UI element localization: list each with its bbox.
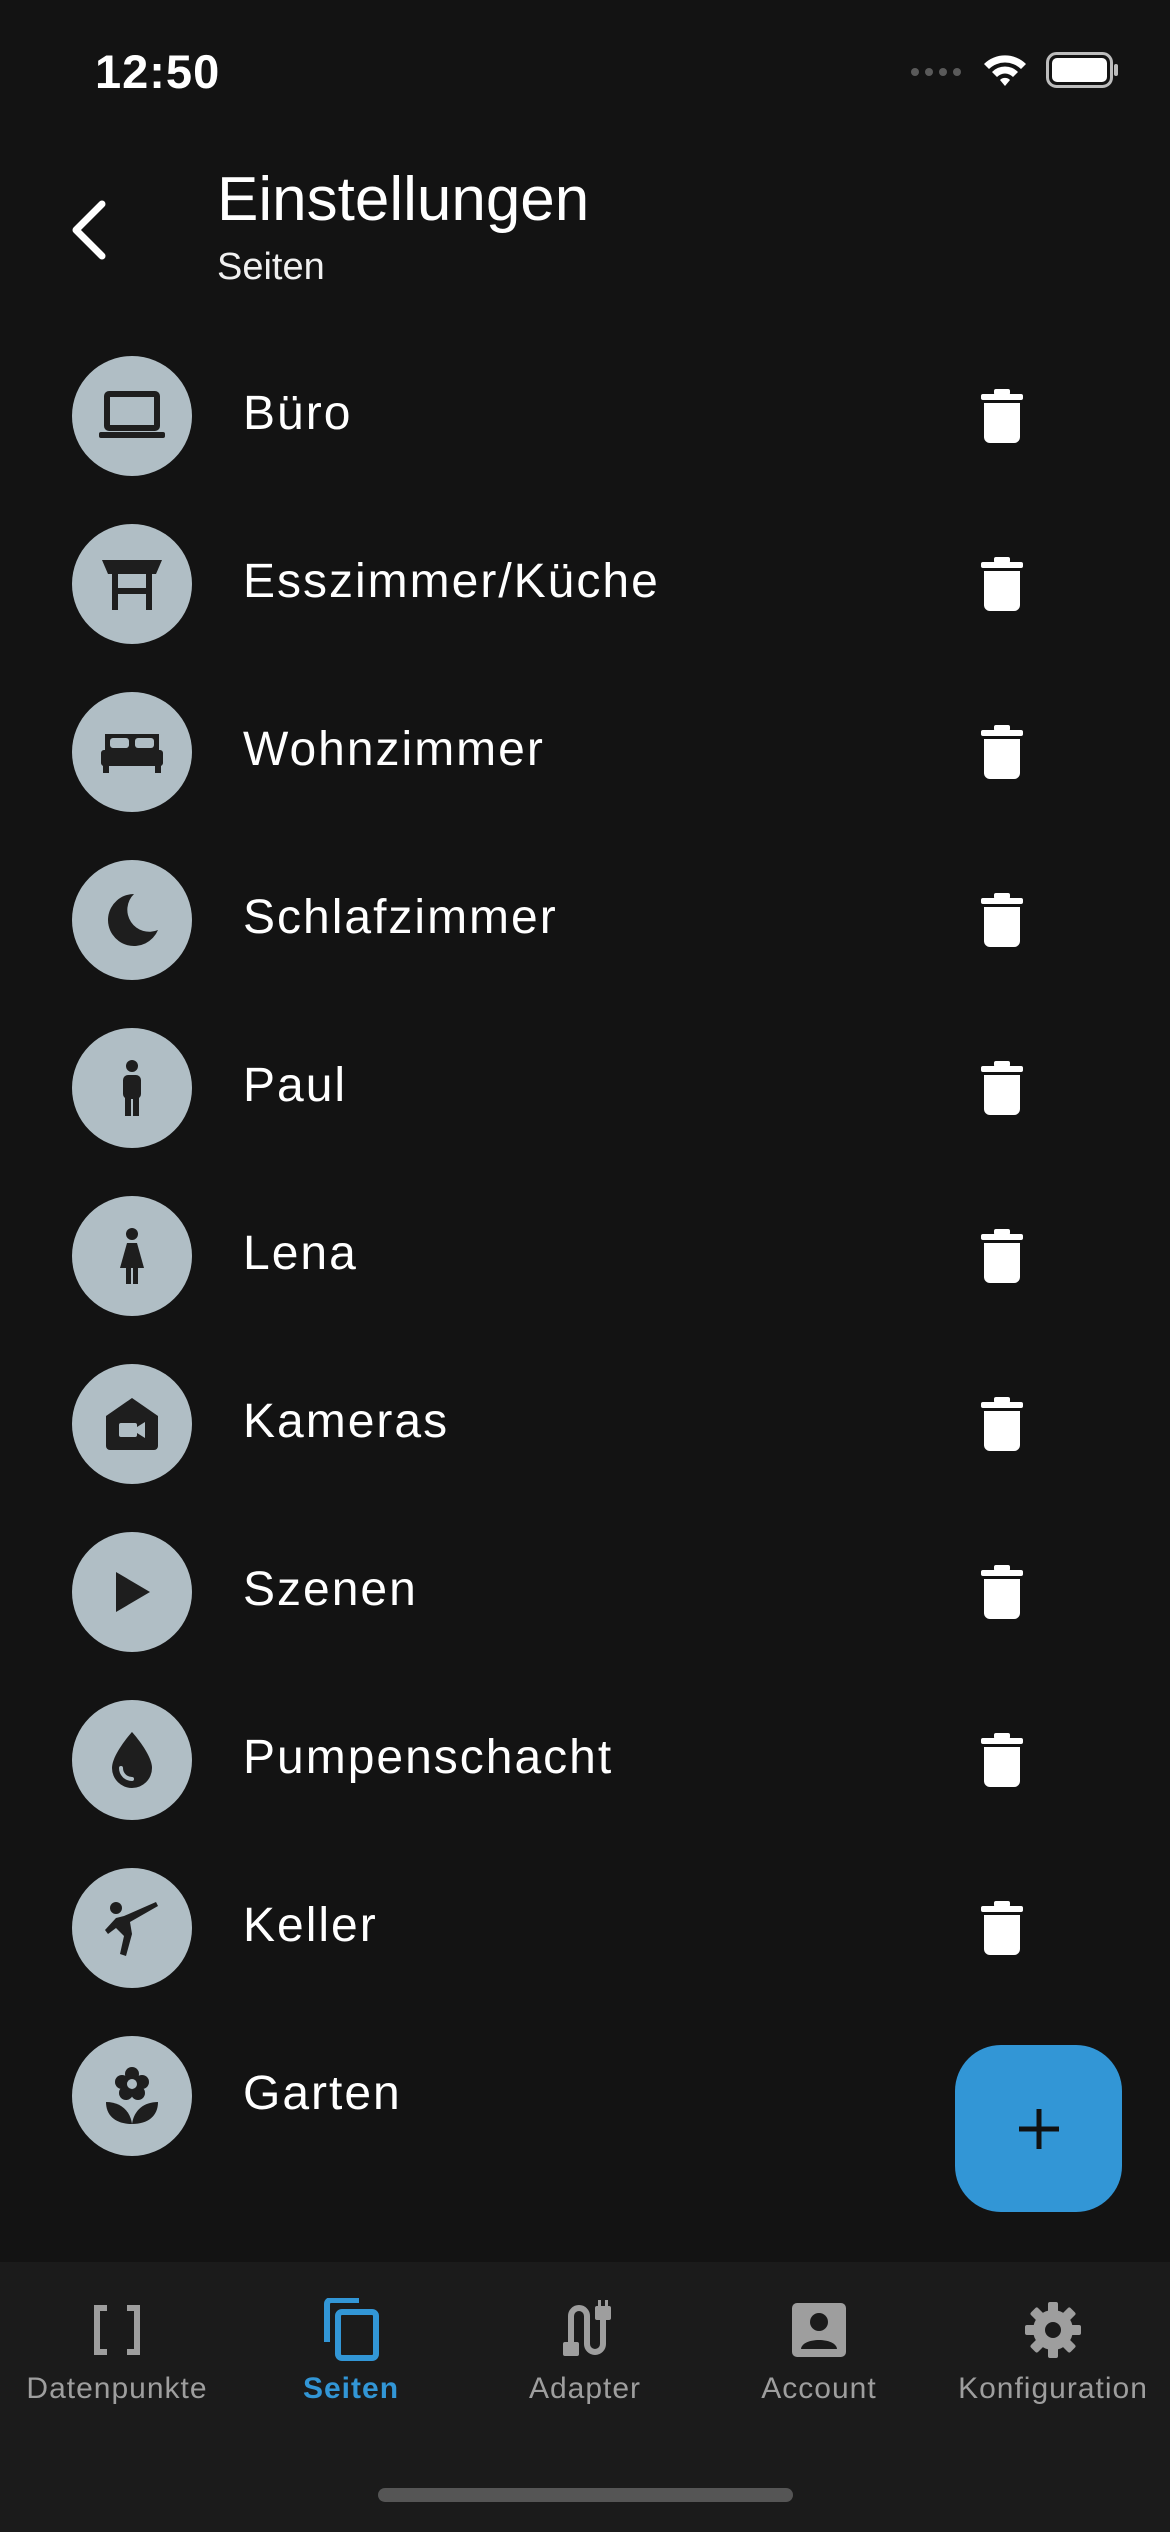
list-item-label: Pumpenschacht [243,1731,614,1784]
list-item-lena[interactable]: Lena [0,1180,1170,1348]
moon-icon [72,860,192,980]
list-item-keller[interactable]: Keller [0,1852,1170,2020]
brackets-icon [81,2294,153,2366]
dining-table-icon [72,524,192,644]
trash-icon [981,1565,1023,1619]
list-item-schlafzimmer[interactable]: Schlafzimmer [0,844,1170,1012]
nav-label: Seiten [302,2372,400,2405]
list-item-label: Kameras [243,1395,450,1448]
chevron-left-icon [72,200,106,260]
list-item-label: Wohnzimmer [243,723,545,776]
signal-dots-icon [910,64,964,82]
list-item-kameras[interactable]: Kameras [0,1348,1170,1516]
page-subtitle: Seiten [217,246,325,288]
play-icon [72,1532,192,1652]
bed-icon [72,692,192,812]
delete-button[interactable] [970,712,1034,792]
nav-item-datenpunkte[interactable]: Datenpunkte [0,2294,234,2414]
trash-icon [981,389,1023,443]
cable-icon [549,2294,621,2366]
gear-icon [1017,2294,1089,2366]
delete-button[interactable] [970,544,1034,624]
copy-pages-icon [315,2294,387,2366]
nav-label: Account [761,2372,877,2405]
list-item-pumpenschacht[interactable]: Pumpenschacht [0,1684,1170,1852]
nav-item-seiten[interactable]: Seiten [234,2294,468,2414]
page-title: Einstellungen [217,165,590,234]
trash-icon [981,1733,1023,1787]
karate-icon [72,1868,192,1988]
list-item-wohnzimmer[interactable]: Wohnzimmer [0,676,1170,844]
page-list: Büro Esszimmer/Küche Wohnzimmer Schlafzi… [0,340,1170,2188]
trash-icon [981,725,1023,779]
delete-button[interactable] [970,1888,1034,1968]
list-item-label: Büro [243,387,353,440]
delete-button[interactable] [970,1552,1034,1632]
status-bar: 12:50 [0,0,1170,150]
delete-button[interactable] [970,1048,1034,1128]
list-item-buero[interactable]: Büro [0,340,1170,508]
list-item-label: Garten [243,2067,402,2120]
delete-button[interactable] [970,880,1034,960]
list-item-paul[interactable]: Paul [0,1012,1170,1180]
wifi-icon [982,53,1028,92]
list-item-label: Keller [243,1899,378,1952]
home-indicator [378,2488,793,2502]
status-time: 12:50 [95,45,221,98]
delete-button[interactable] [970,1720,1034,1800]
trash-icon [981,1901,1023,1955]
list-item-label: Esszimmer/Küche [243,555,660,608]
status-icons [910,52,1120,93]
list-item-label: Schlafzimmer [243,891,558,944]
app-header: Einstellungen Seiten [0,150,1170,320]
water-drop-icon [72,1700,192,1820]
nav-item-adapter[interactable]: Adapter [468,2294,702,2414]
nav-label: Adapter [528,2372,642,2405]
nav-item-konfiguration[interactable]: Konfiguration [936,2294,1170,2414]
screen: 12:50 Einstellungen Seiten Büro Esszimme… [0,0,1170,2532]
list-item-szenen[interactable]: Szenen [0,1516,1170,1684]
delete-button[interactable] [970,1216,1034,1296]
trash-icon [981,557,1023,611]
battery-icon [1046,52,1120,93]
add-page-button[interactable] [955,2045,1122,2212]
trash-icon [981,1061,1023,1115]
delete-button[interactable] [970,376,1034,456]
nav-item-account[interactable]: Account [702,2294,936,2414]
list-item-esszimmer[interactable]: Esszimmer/Küche [0,508,1170,676]
laptop-icon [72,356,192,476]
plus-icon [1018,2108,1059,2149]
account-box-icon [783,2294,855,2366]
trash-icon [981,1229,1023,1283]
woman-icon [72,1196,192,1316]
nav-label: Konfiguration [958,2372,1148,2405]
flower-icon [72,2036,192,2156]
man-icon [72,1028,192,1148]
nav-label: Datenpunkte [26,2372,208,2405]
delete-button[interactable] [970,1384,1034,1464]
list-item-label: Szenen [243,1563,418,1616]
list-item-label: Paul [243,1059,348,1112]
list-item-label: Lena [243,1227,358,1280]
home-camera-icon [72,1364,192,1484]
trash-icon [981,893,1023,947]
trash-icon [981,1397,1023,1451]
back-button[interactable] [48,190,128,270]
